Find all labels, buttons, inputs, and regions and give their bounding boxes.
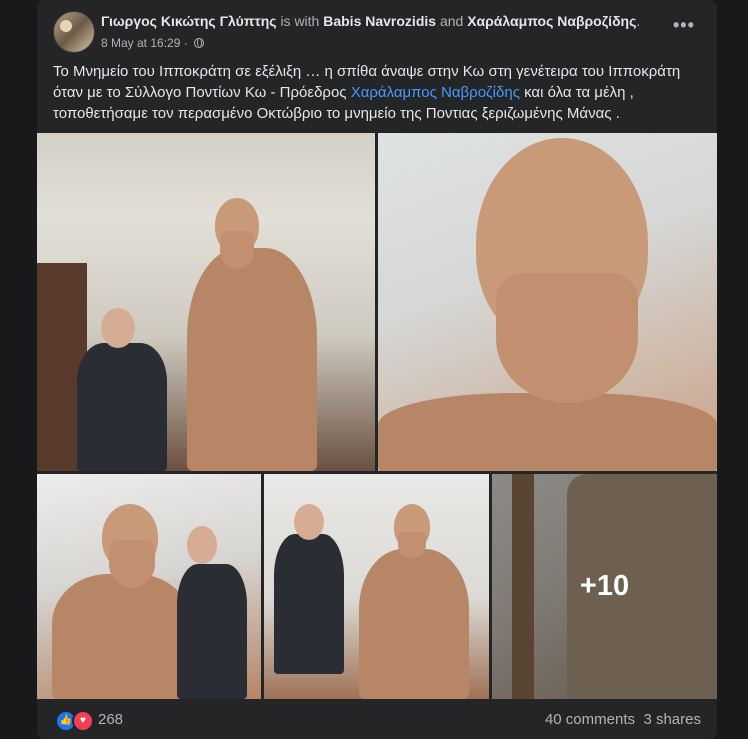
tagged-person-1[interactable]: Babis Navrozidis [323,13,436,29]
sculptor-figure [77,343,167,471]
sculptor-figure [177,564,247,699]
statue-beard [220,231,254,269]
statue-beard [496,273,638,403]
love-reaction-icon[interactable]: ♥ [72,710,94,732]
post-card: Γιωργος Κικώτης Γλύπτης is with Babis Na… [37,0,717,739]
post-text: Το Μνημείο του Ιπποκράτη σε εξέλιξη … η … [53,61,708,124]
statue-beard [109,540,155,588]
shares-count[interactable]: 3 shares [643,711,701,728]
statue-body [52,574,192,699]
photo-3[interactable] [37,474,261,699]
post-meta: 8 May at 16:29 · [101,36,205,50]
comments-count[interactable]: 40 comments [545,711,635,728]
photo-5-more[interactable]: +10 [492,474,717,699]
sculptor-head [294,504,324,540]
sculptor-head [187,526,217,564]
post-footer: 👍 ♥ 268 40 comments 3 shares [37,699,717,739]
more-options-icon[interactable]: ••• [673,16,694,38]
photo-4[interactable] [264,474,489,699]
photo-1[interactable] [37,133,375,471]
meta-separator: · [183,36,188,50]
sculptor-head [101,308,135,348]
tagged-person-2[interactable]: Χαράλαμπος Ναβροζίδης [467,13,636,29]
reactions-count[interactable]: 268 [98,711,123,728]
globe-icon[interactable] [194,38,205,48]
statue-body [359,549,469,699]
post-header: Γιωργος Κικώτης Γλύπτης is with Babis Na… [37,0,717,60]
more-photos-count[interactable]: +10 [492,474,717,699]
post-text-link[interactable]: Χαράλαμπος Ναβροζίδης [351,84,520,101]
statue-body [187,248,317,471]
post-date[interactable]: 8 May at 16:29 [101,36,180,50]
photo-2[interactable] [378,133,717,471]
post-author-line: Γιωργος Κικώτης Γλύπτης is with Babis Na… [101,13,640,29]
author-avatar[interactable] [53,11,95,53]
author-name[interactable]: Γιωργος Κικώτης Γλύπτης [101,13,277,29]
statue-beard [398,532,426,558]
sculptor-figure [274,534,344,674]
statue-shoulders [378,393,717,471]
and-text: and [439,13,464,29]
period-text: . [636,13,641,29]
with-text: is with [280,13,320,29]
